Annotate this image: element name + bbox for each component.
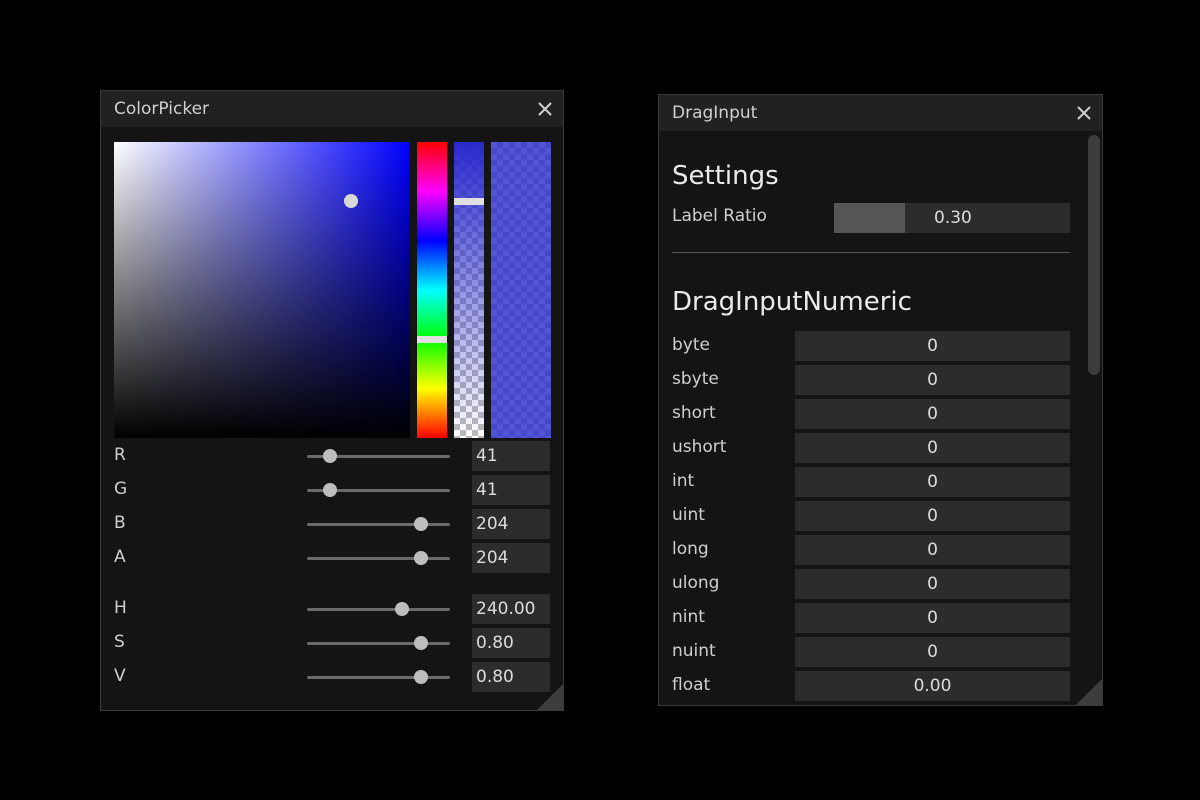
- saturation-value-handle[interactable]: [343, 194, 358, 209]
- channel-label: S: [114, 632, 125, 652]
- numeric-row-byte: byte 0: [672, 331, 1070, 361]
- drag-input-field[interactable]: 0: [795, 399, 1070, 429]
- numeric-label: short: [672, 403, 716, 423]
- drag-input-field[interactable]: 0: [795, 603, 1070, 633]
- numeric-label: long: [672, 539, 709, 559]
- channel-value-field[interactable]: 0.80: [472, 628, 550, 658]
- channel-row-r: R 41: [114, 441, 551, 471]
- alpha-slider[interactable]: [454, 142, 484, 438]
- drag-input-field[interactable]: 0: [795, 433, 1070, 463]
- window-title: ColorPicker: [114, 99, 210, 119]
- window-title: DragInput: [672, 103, 758, 123]
- drag-input-field[interactable]: 0: [795, 569, 1070, 599]
- slider-thumb[interactable]: [414, 670, 429, 684]
- channel-label: H: [114, 598, 127, 618]
- numeric-row-ulong: ulong 0: [672, 569, 1070, 599]
- channel-slider[interactable]: [307, 670, 450, 684]
- numeric-label: int: [672, 471, 695, 491]
- numeric-label: nuint: [672, 641, 716, 661]
- drag-input-window: DragInput Settings Label Ratio 0.30 Drag…: [658, 94, 1103, 706]
- drag-input-field[interactable]: 0: [795, 501, 1070, 531]
- numeric-label: nint: [672, 607, 705, 627]
- hue-slider[interactable]: [417, 142, 447, 438]
- channel-row-a: A 204: [114, 543, 551, 573]
- numeric-row-short: short 0: [672, 399, 1070, 429]
- numeric-row-nint: nint 0: [672, 603, 1070, 633]
- slider-thumb[interactable]: [322, 449, 337, 463]
- drag-input-field[interactable]: 0.00: [795, 671, 1070, 701]
- numeric-row-sbyte: sbyte 0: [672, 365, 1070, 395]
- color-picker-titlebar[interactable]: ColorPicker: [101, 91, 563, 127]
- label-ratio-value: 0.30: [934, 208, 972, 228]
- color-picker-window: ColorPicker R 41 G 41 B 204 A 204 H 240.00 S 0.80 V 0…: [100, 90, 564, 711]
- channel-slider[interactable]: [307, 517, 450, 531]
- numeric-row-uint: uint 0: [672, 501, 1070, 531]
- channel-row-b: B 204: [114, 509, 551, 539]
- numeric-row-nuint: nuint 0: [672, 637, 1070, 667]
- drag-input-field[interactable]: 0: [795, 467, 1070, 497]
- channel-slider[interactable]: [307, 551, 450, 565]
- label-ratio-label: Label Ratio: [672, 206, 767, 226]
- label-ratio-slider[interactable]: 0.30: [834, 203, 1070, 233]
- drag-input-titlebar[interactable]: DragInput: [659, 95, 1102, 131]
- scrollbar[interactable]: [1088, 135, 1100, 695]
- numeric-row-long: long 0: [672, 535, 1070, 565]
- numeric-label: sbyte: [672, 369, 719, 389]
- channel-slider[interactable]: [307, 636, 450, 650]
- hue-handle[interactable]: [417, 336, 447, 344]
- drag-input-field[interactable]: 0: [795, 637, 1070, 667]
- numeric-label: uint: [672, 505, 705, 525]
- numeric-row-float: float 0.00: [672, 671, 1070, 701]
- numeric-heading: DragInputNumeric: [672, 287, 912, 317]
- numeric-label: byte: [672, 335, 710, 355]
- numeric-row-ushort: ushort 0: [672, 433, 1070, 463]
- channel-value-field[interactable]: 240.00: [472, 594, 550, 624]
- channel-label: B: [114, 513, 126, 533]
- channel-label: A: [114, 547, 126, 567]
- color-preview-fill: [491, 142, 551, 438]
- drag-input-field[interactable]: 0: [795, 535, 1070, 565]
- drag-input-field[interactable]: 0: [795, 331, 1070, 361]
- resize-grip-icon[interactable]: [1076, 679, 1102, 705]
- channel-value-field[interactable]: 41: [472, 441, 550, 471]
- channel-label: G: [114, 479, 128, 499]
- channel-row-g: G 41: [114, 475, 551, 505]
- slider-thumb[interactable]: [414, 517, 429, 531]
- channel-value-field[interactable]: 204: [472, 509, 550, 539]
- numeric-label: ushort: [672, 437, 727, 457]
- color-preview: [491, 142, 551, 438]
- label-ratio-fill: [834, 203, 905, 233]
- numeric-row-int: int 0: [672, 467, 1070, 497]
- resize-grip-icon[interactable]: [537, 684, 563, 710]
- slider-thumb[interactable]: [414, 636, 429, 650]
- channel-value-field[interactable]: 41: [472, 475, 550, 505]
- numeric-label: float: [672, 675, 711, 695]
- channel-row-v: V 0.80: [114, 662, 551, 692]
- channel-slider[interactable]: [307, 602, 450, 616]
- channel-slider[interactable]: [307, 483, 450, 497]
- settings-heading: Settings: [672, 161, 779, 191]
- channel-label: R: [114, 445, 126, 465]
- channel-row-s: S 0.80: [114, 628, 551, 658]
- close-icon[interactable]: [1066, 95, 1102, 131]
- channel-label: V: [114, 666, 126, 686]
- drag-input-field[interactable]: 0: [795, 365, 1070, 395]
- alpha-handle[interactable]: [454, 198, 484, 206]
- slider-thumb[interactable]: [414, 551, 429, 565]
- scrollbar-thumb[interactable]: [1088, 135, 1100, 375]
- numeric-label: ulong: [672, 573, 720, 593]
- divider: [672, 252, 1070, 253]
- channel-slider[interactable]: [307, 449, 450, 463]
- channel-row-h: H 240.00: [114, 594, 551, 624]
- saturation-value-field[interactable]: [114, 142, 410, 438]
- slider-thumb[interactable]: [322, 483, 337, 497]
- close-icon[interactable]: [527, 91, 563, 127]
- channel-value-field[interactable]: 204: [472, 543, 550, 573]
- alpha-gradient: [454, 142, 484, 438]
- slider-thumb[interactable]: [395, 602, 410, 616]
